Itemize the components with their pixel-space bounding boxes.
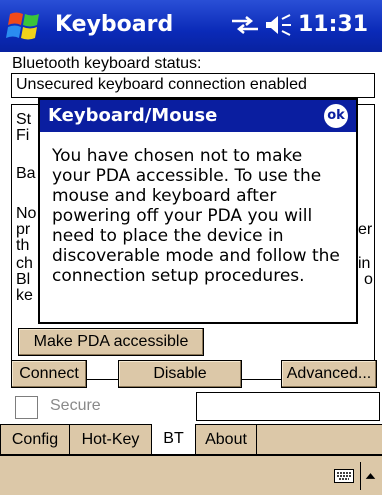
title-bar: Keyboard 11:31: [0, 0, 382, 52]
app-title: Keyboard: [55, 12, 174, 37]
status-text-fragment: er: [358, 221, 373, 238]
keyboard-icon[interactable]: [334, 469, 354, 483]
dialog-message-line: mouse and keyboard after: [52, 186, 277, 206]
menu-bar: [0, 455, 382, 495]
dialog-message-line: connection setup procedures.: [52, 266, 305, 286]
secure-checkbox[interactable]: [15, 396, 38, 419]
dialog-title-bar: Keyboard/Mouse: [40, 100, 356, 132]
connect-button[interactable]: Connect: [11, 360, 87, 388]
connectivity-arrows-icon[interactable]: [230, 14, 260, 36]
dialog-message-line: powering off your PDA you will: [52, 206, 313, 226]
tab-hot-key[interactable]: Hot-Key: [69, 424, 152, 455]
up-arrow-icon[interactable]: [360, 462, 380, 490]
tab-strip-filler: [256, 424, 382, 455]
secure-label: Secure: [50, 397, 101, 414]
dialog-message-line: need to place the device in: [52, 226, 284, 246]
status-text-fragment: Fi: [16, 127, 30, 144]
keyboard-mouse-dialog: Keyboard/Mouse ok You have chosen not to…: [38, 98, 358, 324]
advanced-button[interactable]: Advanced...: [281, 360, 377, 388]
speaker-icon[interactable]: [264, 13, 292, 37]
tab-config[interactable]: Config: [0, 424, 70, 455]
secure-passkey-input[interactable]: [196, 392, 380, 421]
windows-flag-icon[interactable]: [6, 8, 44, 44]
dialog-message-line: discoverable mode and follow the: [52, 246, 340, 266]
status-text-fragment: o: [364, 271, 373, 288]
bt-status-label: Bluetooth keyboard status:: [12, 55, 202, 72]
dialog-title: Keyboard/Mouse: [48, 105, 218, 126]
disable-button[interactable]: Disable: [118, 360, 242, 388]
make-pda-accessible-button[interactable]: Make PDA accessible: [18, 328, 204, 356]
tab-strip: Config Hot-Key BT About: [0, 424, 382, 455]
status-text-fragment: Ba: [16, 165, 36, 182]
dialog-message-line: your PDA accessible. To use the: [52, 166, 322, 186]
dialog-ok-button[interactable]: ok: [324, 104, 348, 128]
tab-about[interactable]: About: [195, 424, 257, 455]
status-text-fragment: th: [16, 237, 30, 254]
bt-status-field: Unsecured keyboard connection enabled: [11, 73, 375, 98]
dialog-message-line: You have chosen not to make: [52, 146, 303, 166]
dialog-message: You have chosen not to make your PDA acc…: [52, 146, 352, 286]
status-text-fragment: ke: [16, 287, 33, 304]
tab-bt[interactable]: BT: [151, 424, 196, 455]
clock[interactable]: 11:31: [298, 12, 368, 37]
